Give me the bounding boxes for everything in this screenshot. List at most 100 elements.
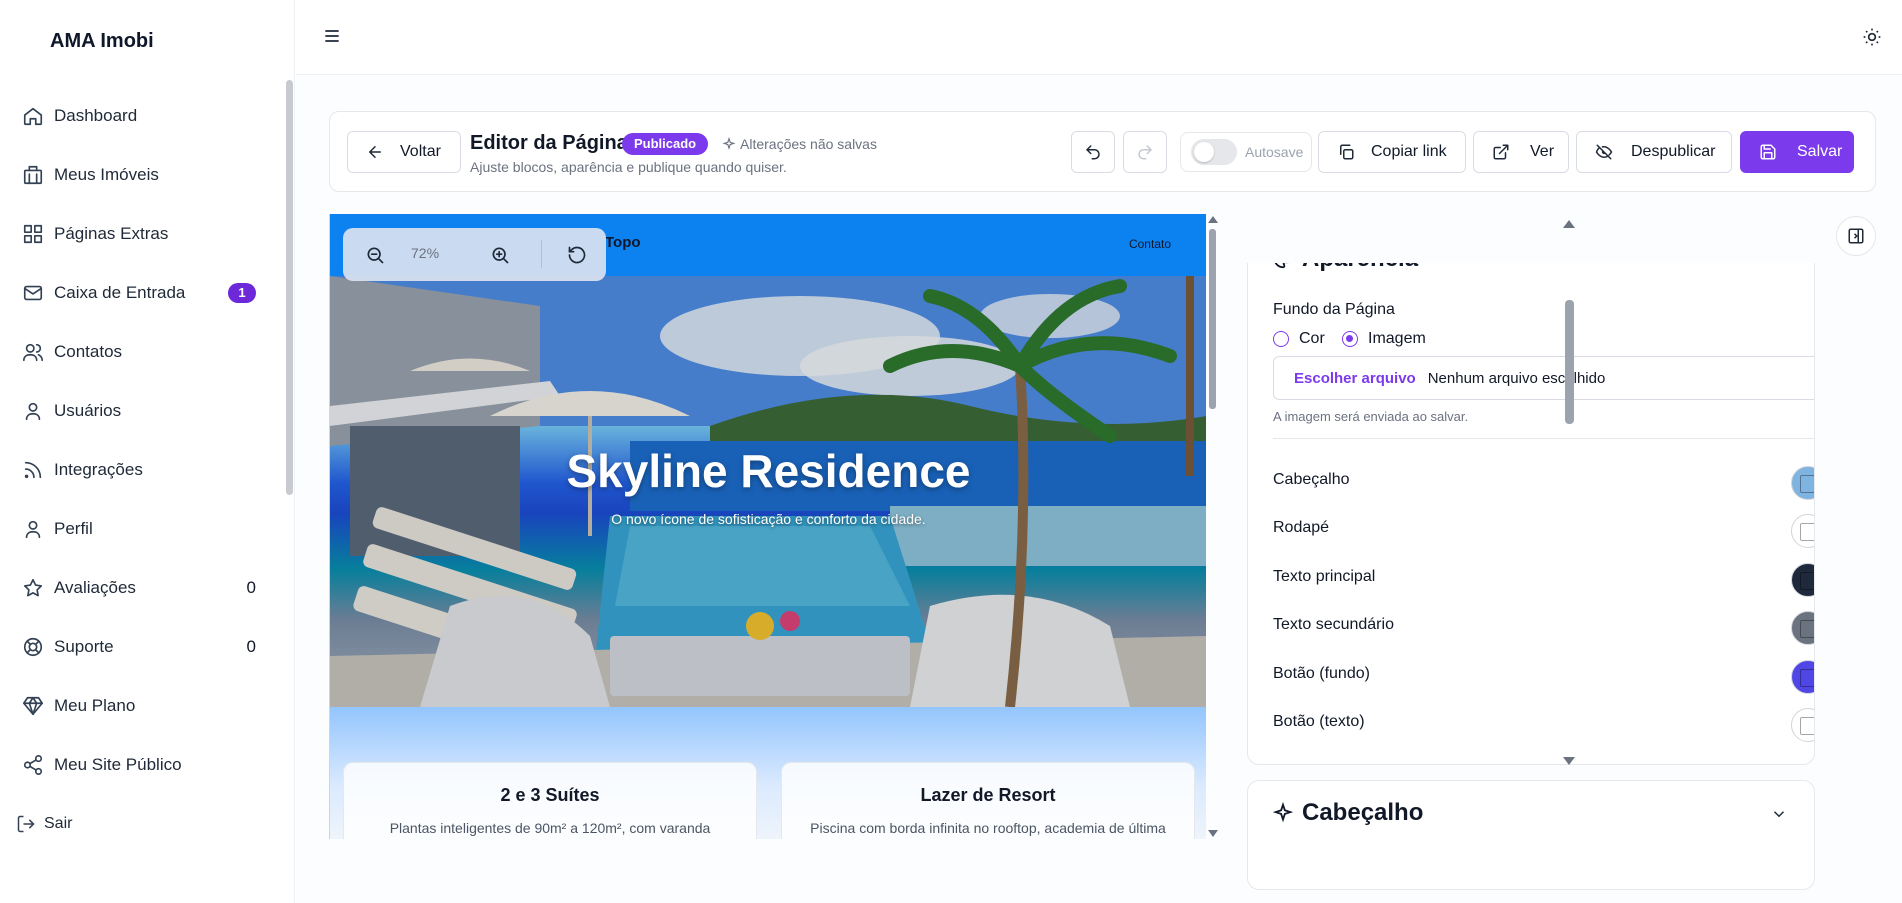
- radio-label: Imagem: [1368, 330, 1426, 347]
- color-swatch[interactable]: [1791, 466, 1814, 500]
- autosave-switch[interactable]: [1191, 139, 1237, 165]
- sidebar-panel-icon: [1848, 228, 1864, 244]
- hero-title[interactable]: Skyline Residence: [330, 444, 1206, 498]
- brand-logo[interactable]: AMA Imobi: [50, 30, 154, 53]
- feature-title: 2 e 3 Suítes: [500, 785, 600, 805]
- hero-subtitle[interactable]: O novo ícone de sofisticação e conforto …: [330, 511, 1206, 527]
- lifebuoy-icon: [23, 637, 43, 656]
- logout-icon: [17, 815, 35, 833]
- external-link-icon: [1493, 144, 1509, 160]
- view-button[interactable]: Ver: [1473, 131, 1569, 173]
- logout-button[interactable]: Sair: [16, 814, 72, 834]
- zoom-out-icon[interactable]: [365, 245, 385, 265]
- sidebar-item-meu-plano[interactable]: Meu Plano: [0, 676, 280, 735]
- sidebar-item-meus-imoveis[interactable]: Meus Imóveis: [0, 145, 280, 204]
- copy-link-button[interactable]: Copiar link: [1318, 131, 1466, 173]
- sidebar-item-avaliacoes[interactable]: Avaliações 0: [0, 558, 280, 617]
- sidebar-scrollbar[interactable]: [286, 80, 293, 495]
- scroll-up-arrow[interactable]: [1208, 216, 1218, 223]
- sidebar-item-caixa-de-entrada[interactable]: Caixa de Entrada 1: [0, 263, 280, 322]
- page-title: Editor da Página: [470, 132, 628, 154]
- color-label: Botão (fundo): [1273, 665, 1370, 682]
- unpublish-label: Despublicar: [1631, 143, 1716, 160]
- page-preview[interactable]: Topo Contato Skyline Residence O novo íc…: [329, 214, 1206, 839]
- zoom-in-icon[interactable]: [490, 245, 510, 265]
- color-swatch[interactable]: [1791, 708, 1814, 742]
- save-button[interactable]: Salvar: [1740, 131, 1854, 173]
- unpublish-button[interactable]: Despublicar: [1576, 131, 1732, 173]
- diamond-icon: [23, 696, 43, 715]
- radio-indicator: [1273, 331, 1289, 347]
- zoom-level: 72%: [411, 245, 440, 261]
- sidebar-item-usuarios[interactable]: Usuários: [0, 381, 280, 440]
- color-swatch[interactable]: [1791, 563, 1814, 597]
- divider: [1273, 438, 1814, 439]
- theme-toggle-icon[interactable]: [1862, 27, 1882, 47]
- color-row-texto-secundario: Texto secundário: [1273, 611, 1814, 645]
- sidebar-item-paginas-extras[interactable]: Páginas Extras: [0, 204, 280, 263]
- main-content: Voltar Editor da Página Publicado Altera…: [296, 76, 1902, 903]
- radio-background-image[interactable]: Imagem: [1342, 330, 1426, 348]
- view-label: Ver: [1530, 143, 1555, 160]
- sidebar-item-label: Perfil: [54, 518, 93, 538]
- autosave-toggle[interactable]: Autosave: [1180, 132, 1312, 172]
- sidebar-item-label: Páginas Extras: [54, 223, 169, 243]
- preview-nav-topo[interactable]: Topo: [605, 234, 641, 251]
- sidebar-item-contatos[interactable]: Contatos: [0, 322, 280, 381]
- sidebar-item-label: Avaliações: [54, 577, 136, 597]
- sidebar-item-meu-site-publico[interactable]: Meu Site Público: [0, 735, 280, 794]
- sidebar-item-integracoes[interactable]: Integrações: [0, 440, 280, 499]
- sidebar-item-label: Meu Plano: [54, 695, 136, 715]
- color-label: Botão (texto): [1273, 713, 1365, 730]
- rss-icon: [24, 461, 42, 478]
- status-badge: Publicado: [622, 133, 709, 155]
- panel-scroll-up-arrow[interactable]: [1563, 220, 1575, 228]
- feature-description: Plantas inteligentes de 90m² a 120m², co…: [389, 820, 711, 836]
- file-input[interactable]: Escolher arquivo Nenhum arquivo escolhid…: [1273, 356, 1814, 400]
- preview-hero: Skyline Residence O novo ícone de sofist…: [330, 276, 1206, 707]
- sidebar-item-dashboard[interactable]: Dashboard: [0, 86, 280, 145]
- header-section-title: Cabeçalho: [1302, 799, 1424, 826]
- preview-nav-contato[interactable]: Contato: [1129, 237, 1171, 251]
- panel-scroll-thumb[interactable]: [1565, 300, 1574, 424]
- page-subtitle: Ajuste blocos, aparência e publique quan…: [470, 159, 787, 175]
- sidebar-item-perfil[interactable]: Perfil: [0, 499, 280, 558]
- panel-scroll-down-arrow[interactable]: [1563, 757, 1575, 765]
- avaliacoes-count: 0: [246, 577, 256, 597]
- feature-card[interactable]: 2 e 3 Suítes Plantas inteligentes de 90m…: [343, 762, 757, 839]
- reset-zoom-icon[interactable]: [567, 245, 587, 265]
- undo-button[interactable]: [1071, 131, 1115, 173]
- color-row-rodape: Rodapé: [1273, 514, 1814, 548]
- panel-toggle-button[interactable]: [1836, 216, 1876, 256]
- user-icon: [25, 520, 41, 538]
- color-label: Rodapé: [1273, 519, 1330, 536]
- header-section-panel[interactable]: Cabeçalho: [1247, 780, 1815, 890]
- radio-background-color[interactable]: Cor: [1273, 330, 1325, 348]
- sidebar-item-suporte[interactable]: Suporte 0: [0, 617, 280, 676]
- features-section: 2 e 3 Suítes Plantas inteligentes de 90m…: [330, 707, 1206, 839]
- menu-icon[interactable]: [322, 26, 342, 46]
- feature-card[interactable]: Lazer de Resort Piscina com borda infini…: [781, 762, 1195, 839]
- scroll-down-arrow[interactable]: [1208, 830, 1218, 837]
- header-section-heading[interactable]: Cabeçalho: [1272, 799, 1423, 827]
- sparkles-icon: [1272, 802, 1294, 823]
- copy-link-label: Copiar link: [1371, 143, 1447, 160]
- suporte-count: 0: [246, 636, 256, 656]
- copy-icon: [1340, 144, 1354, 160]
- sidebar-item-label: Meus Imóveis: [54, 164, 159, 184]
- mail-icon: [23, 285, 43, 300]
- chevron-down-icon[interactable]: [1770, 805, 1788, 823]
- home-icon: [23, 107, 43, 125]
- appearance-heading[interactable]: Aparência: [1272, 263, 1418, 273]
- color-label: Cabeçalho: [1273, 471, 1350, 488]
- color-swatch[interactable]: [1791, 660, 1814, 694]
- user-icon: [25, 402, 41, 420]
- color-swatch[interactable]: [1791, 514, 1814, 548]
- back-button[interactable]: Voltar: [347, 131, 461, 173]
- color-swatch[interactable]: [1791, 611, 1814, 645]
- redo-button[interactable]: [1123, 131, 1167, 173]
- color-row-texto-principal: Texto principal: [1273, 563, 1814, 597]
- sidebar-item-label: Suporte: [54, 636, 114, 656]
- choose-file-button[interactable]: Escolher arquivo: [1294, 370, 1416, 387]
- preview-scroll-thumb[interactable]: [1209, 229, 1216, 409]
